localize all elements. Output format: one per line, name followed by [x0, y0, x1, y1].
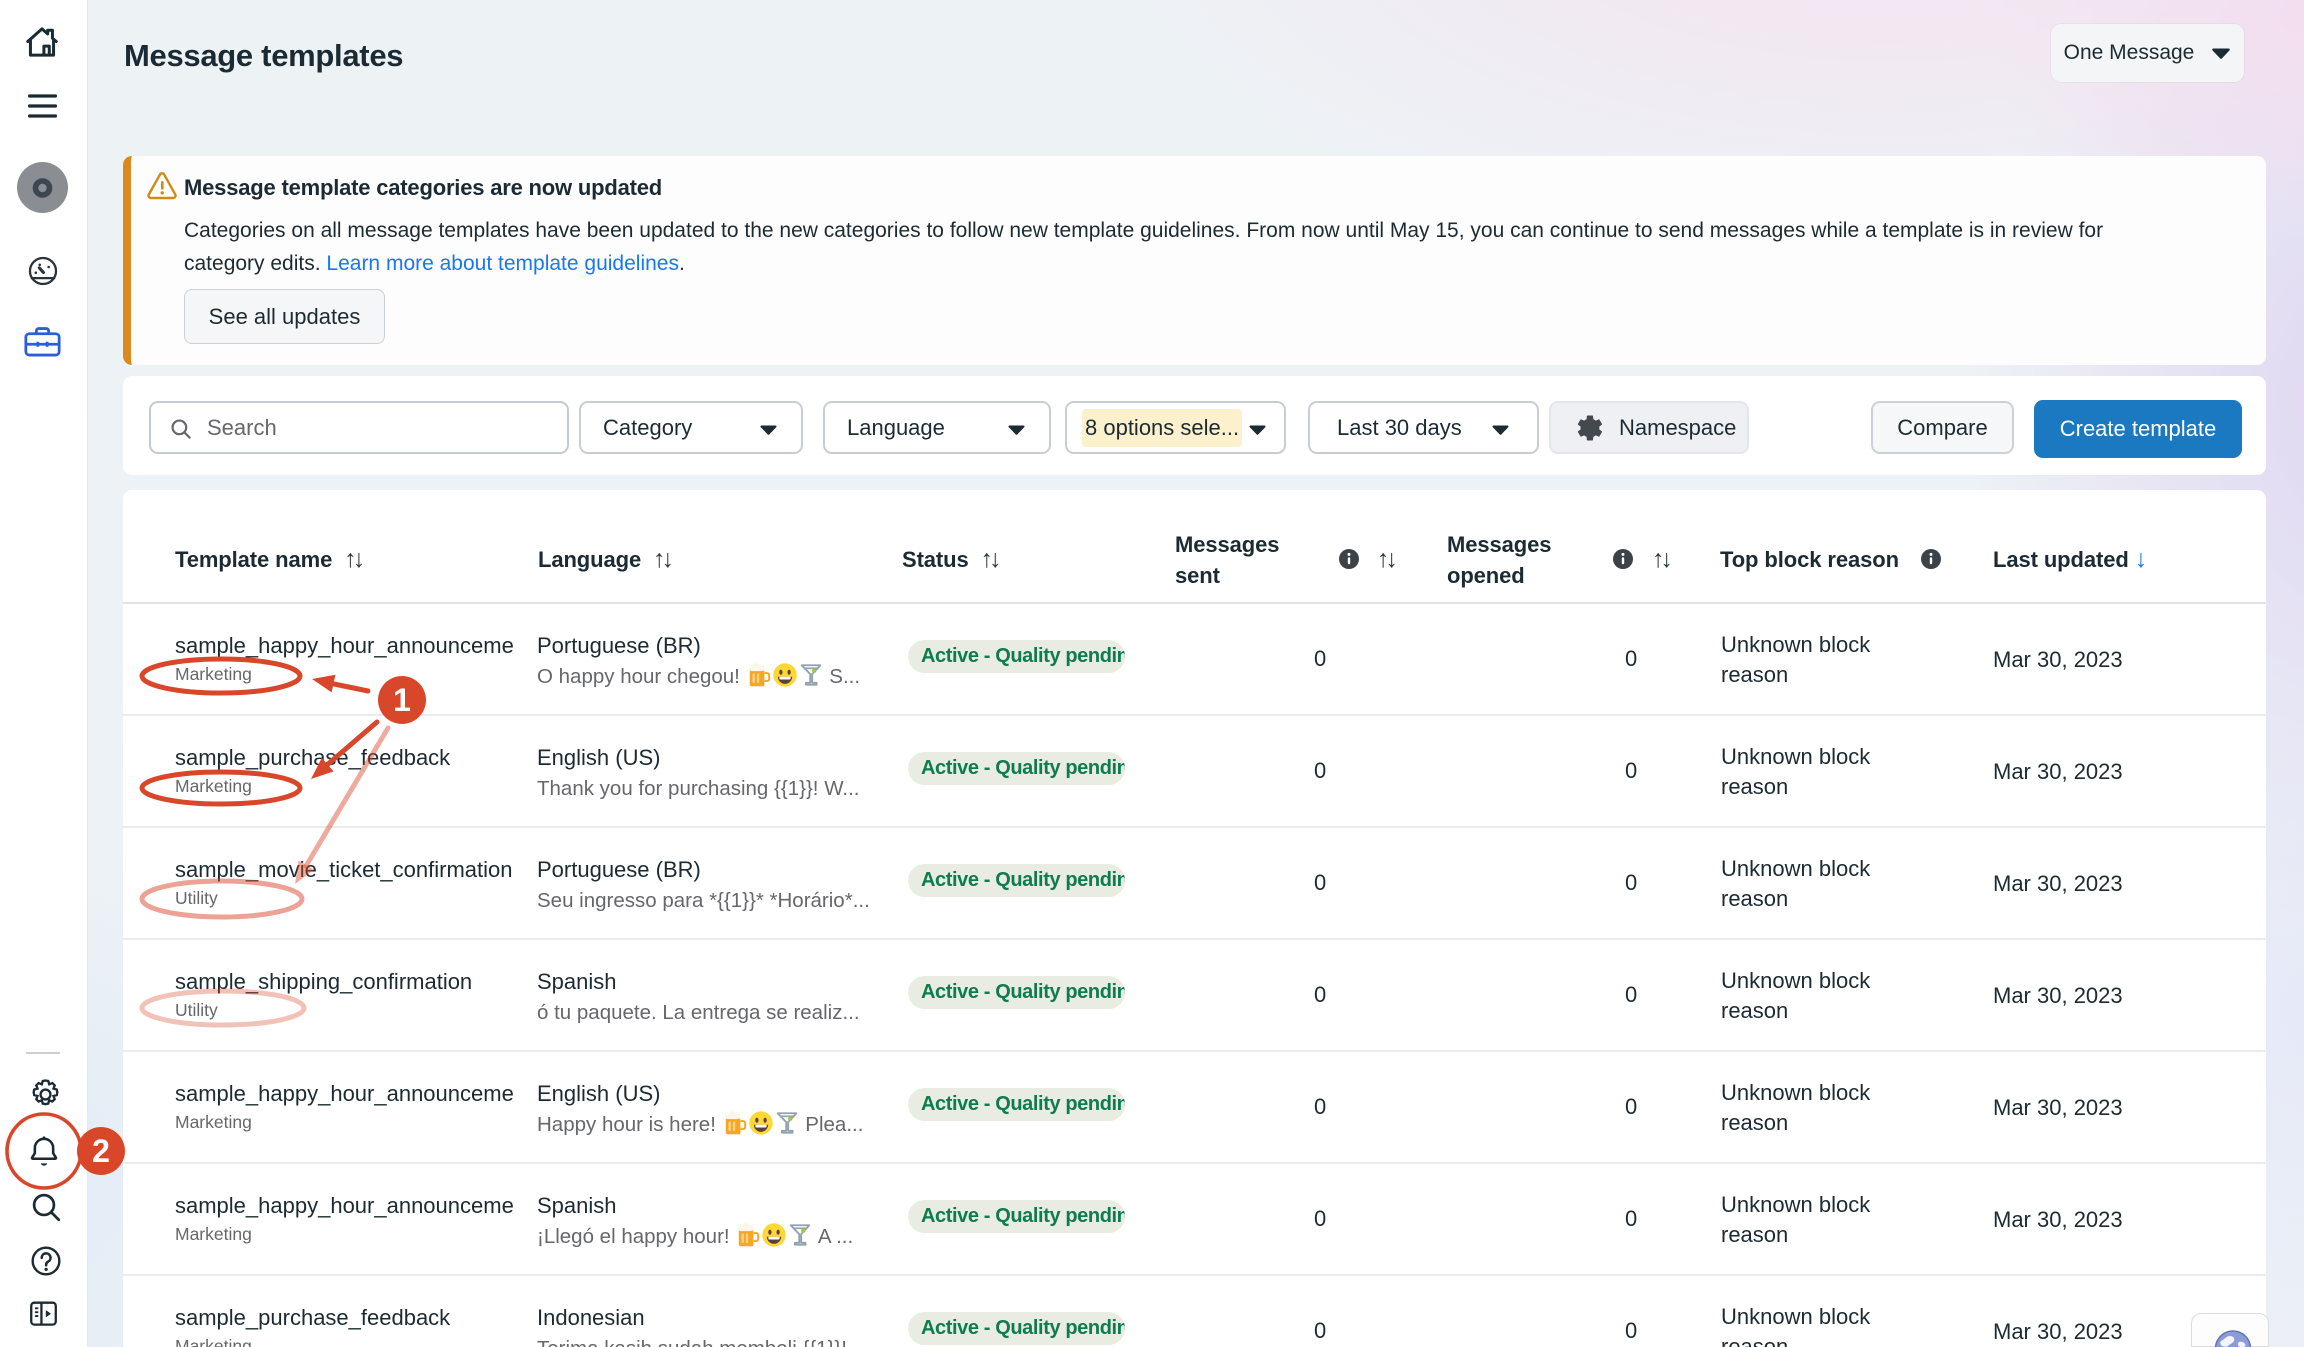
svg-text:2: 2: [92, 1133, 110, 1169]
